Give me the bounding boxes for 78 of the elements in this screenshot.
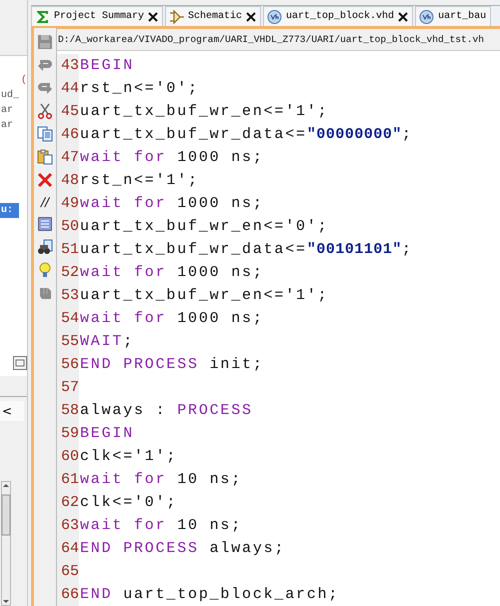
- editor-tab[interactable]: uart_top_block.vhd: [263, 6, 414, 26]
- line-number: 66: [57, 583, 79, 606]
- line-number: 57: [57, 376, 79, 399]
- line-number: 44: [57, 77, 79, 100]
- code-line: WAIT;: [79, 333, 134, 350]
- line-number: 58: [57, 399, 79, 422]
- code-line: uart_tx_buf_wr_en<='1';: [79, 103, 328, 120]
- undo-icon: [37, 57, 53, 73]
- line-number: 55: [57, 330, 79, 353]
- code-line: wait for 10 ns;: [79, 471, 242, 488]
- tree-item-text[interactable]: ar: [0, 118, 14, 133]
- vhdl-file-icon: [419, 8, 434, 24]
- line-number: 49: [57, 192, 79, 215]
- sigma-icon: [35, 8, 50, 24]
- code-line: wait for 1000 ns;: [79, 149, 264, 166]
- editor-tab[interactable]: Schematic: [165, 6, 262, 26]
- code-line: END uart_top_block_arch;: [79, 586, 340, 603]
- code-line: END PROCESS init;: [79, 356, 264, 373]
- code-line: uart_tx_buf_wr_data<="00101101";: [79, 241, 413, 258]
- tree-item-text[interactable]: ar: [0, 103, 14, 118]
- close-icon[interactable]: [148, 12, 158, 22]
- block-select-icon: [37, 216, 53, 232]
- code-line: rst_n<='0';: [79, 80, 199, 97]
- editor-tab[interactable]: Project Summary: [31, 6, 164, 26]
- copy-icon: [37, 126, 53, 142]
- line-number: 47: [57, 146, 79, 169]
- line-number: 53: [57, 284, 79, 307]
- code-line: wait for 1000 ns;: [79, 195, 264, 212]
- paste-icon: [37, 149, 53, 165]
- light-bulb-icon: [37, 262, 53, 278]
- scrollbar[interactable]: [1, 481, 11, 606]
- tree-item-text[interactable]: ud_: [0, 88, 20, 103]
- scissors-icon: [37, 103, 53, 119]
- line-number: 65: [57, 560, 79, 583]
- schematic-icon: [169, 8, 184, 24]
- code-line: wait for 1000 ns;: [79, 310, 264, 327]
- tree-item-text[interactable]: (: [20, 73, 27, 88]
- comment-button[interactable]: //: [40, 195, 50, 209]
- close-icon[interactable]: [398, 12, 408, 22]
- line-number: 48: [57, 169, 79, 192]
- redo-icon: [37, 80, 53, 96]
- code-line: rst_n<='1';: [79, 172, 199, 189]
- line-number: 64: [57, 537, 79, 560]
- line-number: 46: [57, 123, 79, 146]
- code-line: wait for 1000 ns;: [79, 264, 264, 281]
- line-number: 60: [57, 445, 79, 468]
- line-number: 62: [57, 491, 79, 514]
- line-number: 45: [57, 100, 79, 123]
- restore-icon[interactable]: [13, 356, 27, 370]
- file-path: D:/A_workarea/VIVADO_program/UARI_VHDL_Z773/UARI/uart_top_block_vhd_tst.vh: [58, 34, 484, 45]
- vhdl-file-icon: [267, 8, 282, 24]
- save-icon: [37, 34, 53, 50]
- line-number: 51: [57, 238, 79, 261]
- code-line: uart_tx_buf_wr_en<='0';: [79, 218, 328, 235]
- code-line: BEGIN: [79, 425, 134, 442]
- binoculars-icon: [37, 239, 53, 255]
- line-number: 50: [57, 215, 79, 238]
- panel-tab[interactable]: <: [0, 401, 24, 421]
- delete-icon: [37, 172, 53, 188]
- line-number: 54: [57, 307, 79, 330]
- hand-icon: [37, 285, 53, 301]
- code-line: wait for 10 ns;: [79, 517, 242, 534]
- code-line: BEGIN: [79, 57, 134, 74]
- code-line: uart_tx_buf_wr_data<="00000000";: [79, 126, 413, 143]
- line-number: 61: [57, 468, 79, 491]
- code-line: clk<='0';: [79, 494, 178, 511]
- line-number: 43: [57, 54, 79, 77]
- code-line: clk<='1';: [79, 448, 178, 465]
- line-number: 59: [57, 422, 79, 445]
- line-number: 52: [57, 261, 79, 284]
- line-number: 63: [57, 514, 79, 537]
- editor-tab[interactable]: uart_bau: [415, 6, 492, 26]
- code-line: uart_tx_buf_wr_en<='1';: [79, 287, 328, 304]
- code-line: always : PROCESS: [79, 402, 253, 419]
- code-line: END PROCESS always;: [79, 540, 286, 557]
- tree-item[interactable]: u:: [0, 203, 19, 218]
- line-number: 56: [57, 353, 79, 376]
- close-icon[interactable]: [246, 12, 256, 22]
